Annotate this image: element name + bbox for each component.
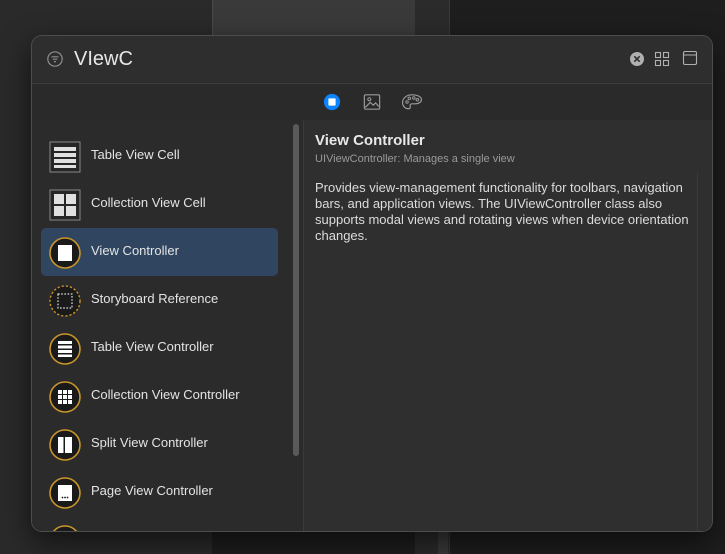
collection-view-controller-icon — [49, 381, 81, 413]
list-item-view-controller[interactable]: View Controller — [41, 228, 278, 276]
list-item-collection-view-cell[interactable]: Collection View Cell — [41, 180, 278, 228]
library-panel: Table View Cell Collection View Cell Vie… — [31, 35, 713, 532]
split-view-controller-icon — [49, 429, 81, 461]
list-item-table-view-controller[interactable]: Table View Controller — [41, 324, 278, 372]
list-item-label: Storyboard Reference — [91, 291, 219, 306]
search-input[interactable] — [74, 46, 474, 72]
detail-title: View Controller — [315, 132, 425, 149]
library-header — [32, 36, 712, 82]
list-item-label: Collection View Cell — [91, 195, 206, 210]
list-item-label: Table View Cell — [91, 147, 180, 162]
detail-description: Provides view-management functionality f… — [315, 180, 689, 243]
table-view-controller-icon — [49, 333, 81, 365]
collection-view-cell-icon — [49, 189, 81, 221]
list-item-label: Table View Controller — [91, 339, 214, 354]
controller-icon — [52, 525, 78, 531]
media-library-icon[interactable] — [362, 93, 382, 111]
clear-search-icon[interactable] — [629, 51, 645, 67]
list-scrollbar-thumb[interactable] — [293, 124, 299, 456]
list-item-partial[interactable] — [41, 516, 278, 531]
list-item-collection-view-controller[interactable]: Collection View Controller — [41, 372, 278, 420]
detail-pane-toggle-icon[interactable] — [682, 50, 698, 66]
table-view-cell-icon — [49, 141, 81, 173]
objects-library-icon[interactable] — [322, 93, 342, 111]
detail-subtitle: UIViewController: Manages a single view — [315, 153, 515, 165]
detail-scrollbar[interactable] — [697, 172, 706, 531]
list-item-split-view-controller[interactable]: Split View Controller — [41, 420, 278, 468]
detail-pane: View Controller UIViewController: Manage… — [303, 120, 712, 531]
list-item-storyboard-reference[interactable]: Storyboard Reference — [41, 276, 278, 324]
library-tab-bar — [32, 83, 712, 121]
list-item-table-view-cell[interactable]: Table View Cell — [41, 132, 278, 180]
list-item-label: View Controller — [91, 243, 179, 258]
storyboard-reference-icon — [49, 285, 81, 317]
library-object-list: Table View Cell Collection View Cell Vie… — [32, 120, 303, 531]
grid-view-icon[interactable] — [654, 51, 670, 67]
page-view-controller-icon — [49, 477, 81, 509]
list-item-label: Split View Controller — [91, 435, 208, 450]
background-tab — [212, 0, 417, 40]
list-item-page-view-controller[interactable]: Page View Controller — [41, 468, 278, 516]
color-palette-icon[interactable] — [400, 93, 424, 111]
list-item-label: Page View Controller — [91, 483, 213, 498]
filter-icon[interactable] — [47, 51, 63, 67]
list-item-label: Collection View Controller — [91, 387, 240, 402]
view-controller-icon — [49, 237, 81, 269]
